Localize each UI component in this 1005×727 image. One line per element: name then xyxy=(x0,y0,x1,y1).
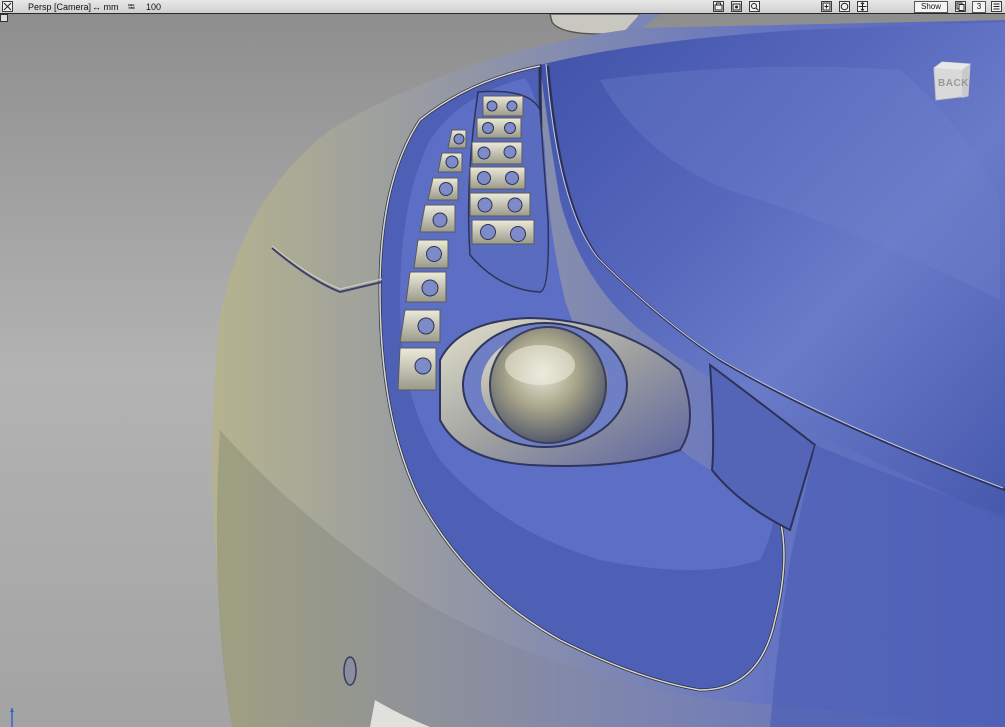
move-icon[interactable] xyxy=(857,1,868,12)
grid-icon: ⭾ xyxy=(128,2,135,12)
wireframe-shaded-icon[interactable] xyxy=(839,1,850,12)
viewport-corner-icon[interactable] xyxy=(0,14,8,22)
car-render xyxy=(0,14,1005,727)
layer-count[interactable]: 3 xyxy=(972,1,986,13)
units-indicator: ↔ mm xyxy=(92,2,119,12)
view-name[interactable]: Persp [Camera] xyxy=(28,1,91,13)
layers-icon[interactable] xyxy=(955,1,966,12)
maximize-viewport-icon[interactable] xyxy=(2,1,13,12)
show-button[interactable]: Show xyxy=(914,1,948,13)
view-cube-face-label[interactable]: BACK xyxy=(938,78,969,89)
zoom-icon[interactable] xyxy=(749,1,760,12)
camera-icon[interactable] xyxy=(731,1,742,12)
grid-size: 100 xyxy=(146,2,162,12)
viewport-menu-icon[interactable] xyxy=(991,1,1002,12)
axis-triad-icon xyxy=(10,708,14,727)
view-fit-icon[interactable] xyxy=(821,1,832,12)
3d-viewport[interactable]: BACK xyxy=(0,14,1005,727)
viewport-toolbar: Persp [Camera] ↔ mm ⭾ 100 Show 3 xyxy=(0,0,1005,14)
camera-print-icon[interactable] xyxy=(713,1,724,12)
